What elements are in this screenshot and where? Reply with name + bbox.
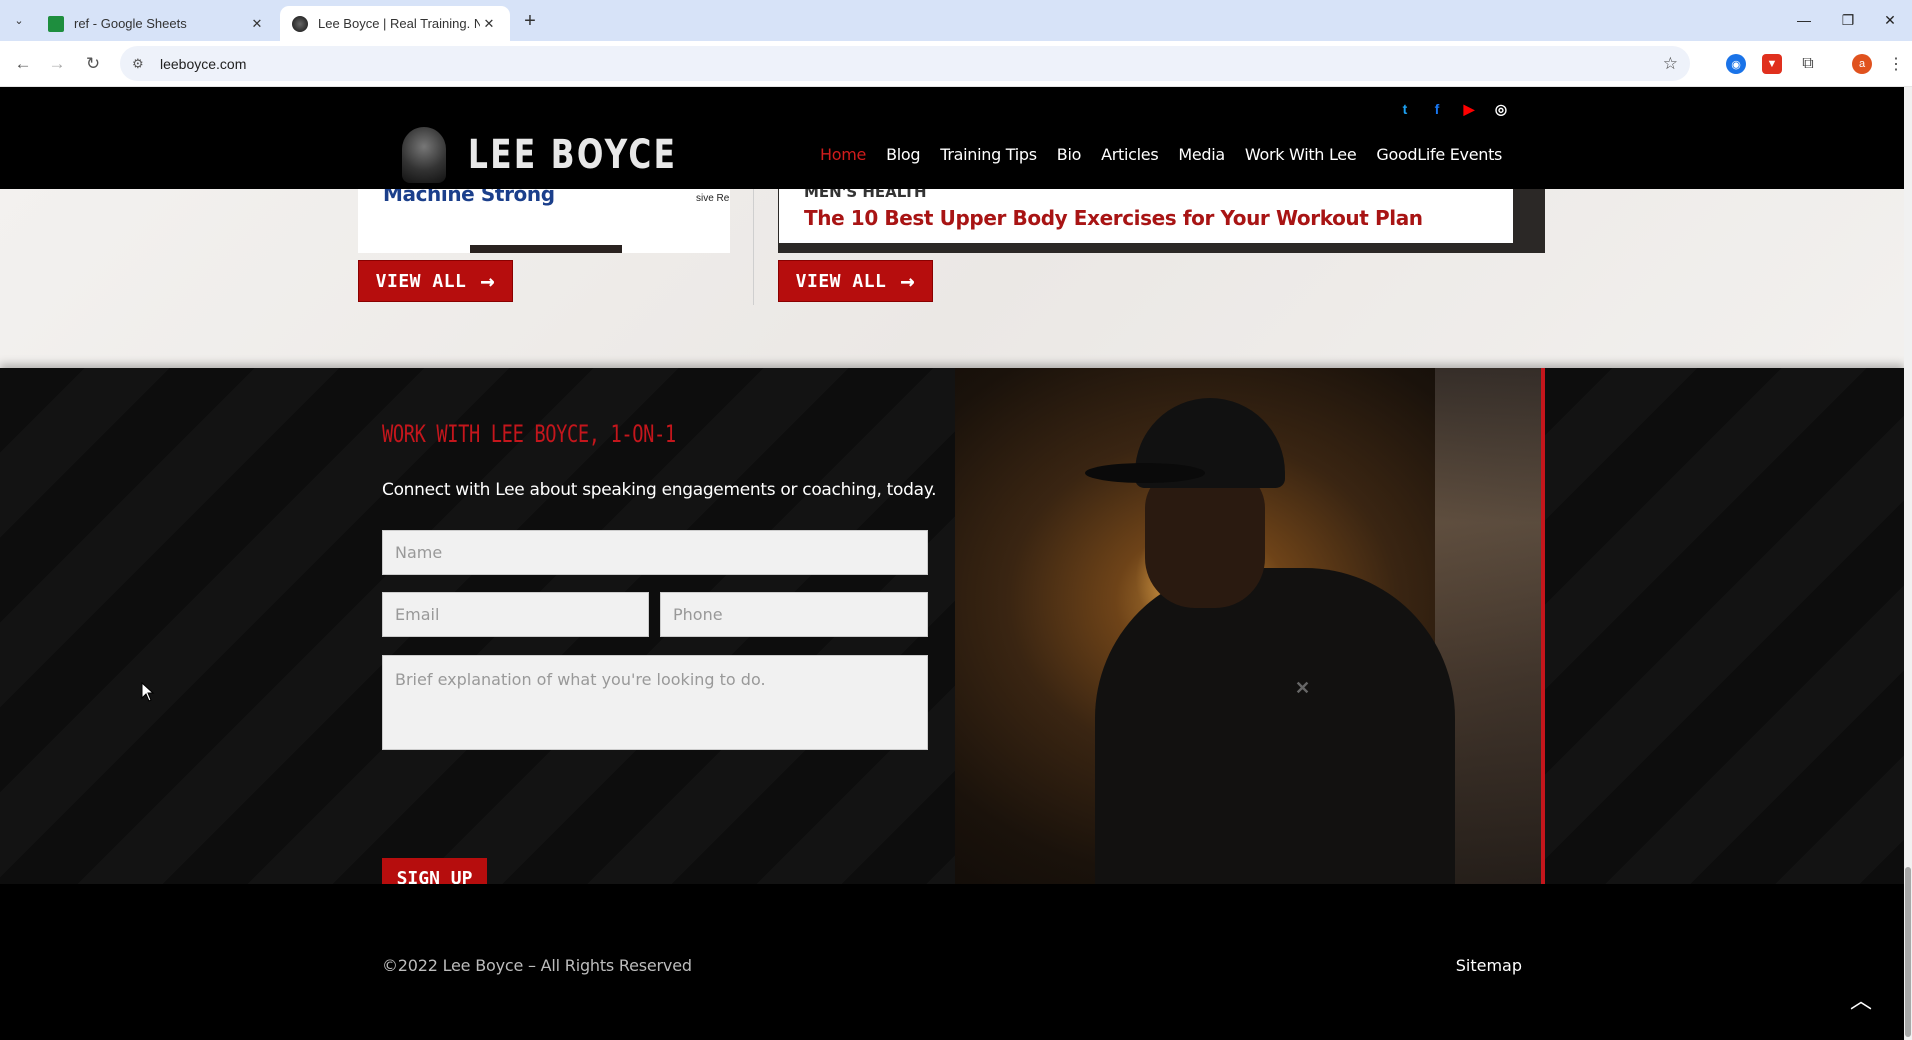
logo-text: LEE BOYCE [468, 132, 678, 178]
back-icon[interactable]: ← [10, 51, 36, 77]
article-card-right[interactable]: MEN'S HEALTH The 10 Best Upper Body Exer… [778, 183, 1545, 253]
site-footer: ©2022 Lee Boyce – All Rights Reserved Si… [0, 884, 1904, 1040]
forward-icon[interactable]: → [44, 51, 70, 77]
social-links: t f ▶ ◎ [1395, 99, 1511, 119]
main-nav: Home Blog Training Tips Bio Articles Media Wor… [820, 145, 1502, 164]
tab-title: ref - Google Sheets [74, 16, 187, 31]
nav-media[interactable]: Media [1178, 145, 1225, 164]
view-all-label: VIEW ALL [375, 270, 467, 292]
facebook-icon[interactable]: f [1427, 99, 1447, 119]
browser-toolbar: ← → ↻ ⚙ leeboyce.com ☆ ◉ ▼ ⧉ a ⋮ [0, 41, 1912, 87]
page-scrollbar[interactable] [1904, 87, 1912, 1040]
photo-accent-border [1541, 368, 1545, 884]
lee-boyce-photo: ✕ [955, 368, 1545, 884]
close-window-icon[interactable]: ✕ [1870, 6, 1910, 34]
article-card-body: MEN'S HEALTH The 10 Best Upper Body Exer… [779, 183, 1513, 243]
browser-menu-icon[interactable]: ⋮ [1886, 54, 1906, 74]
view-all-label: VIEW ALL [795, 270, 887, 292]
nav-bio[interactable]: Bio [1057, 145, 1082, 164]
email-field[interactable]: Email [382, 592, 649, 637]
nav-home[interactable]: Home [820, 145, 866, 164]
photo-body [1095, 568, 1455, 884]
arrow-right-icon: → [480, 267, 496, 295]
instagram-icon[interactable]: ◎ [1491, 99, 1511, 119]
tab-title: Lee Boyce | Real Training. No N [318, 16, 480, 31]
browser-tab-bar: ⌄ ref - Google Sheets ✕ Lee Boyce | Real… [0, 0, 1912, 41]
nav-goodlife-events[interactable]: GoodLife Events [1376, 145, 1502, 164]
tab-lee-boyce[interactable]: Lee Boyce | Real Training. No N ✕ [280, 6, 510, 41]
new-tab-icon[interactable]: + [518, 9, 542, 33]
extension-shield-icon[interactable]: ▼ [1762, 54, 1782, 74]
name-field[interactable]: Name [382, 530, 928, 575]
url-text[interactable]: leeboyce.com [160, 56, 246, 72]
nav-articles[interactable]: Articles [1101, 145, 1159, 164]
arrow-right-icon: → [900, 267, 916, 295]
nav-work-with-lee[interactable]: Work With Lee [1245, 145, 1357, 164]
section-subtitle: Connect with Lee about speaking engageme… [382, 480, 937, 500]
scrollbar-thumb[interactable] [1905, 867, 1911, 1037]
column-divider [753, 189, 754, 305]
nav-training-tips[interactable]: Training Tips [940, 145, 1037, 164]
phone-field[interactable]: Phone [660, 592, 928, 637]
site-header: t f ▶ ◎ LEE BOYCE Home Blog Training Tips Bio A… [0, 87, 1904, 189]
sitemap-link[interactable]: Sitemap [1456, 956, 1522, 975]
extensions-puzzle-icon[interactable]: ⧉ [1798, 54, 1818, 74]
section-heading: WORK WITH LEE BOYCE, 1-ON-1 [382, 420, 676, 448]
view-all-button[interactable]: VIEW ALL → [358, 260, 513, 302]
photo-cap-brim [1085, 463, 1205, 483]
twitter-icon[interactable]: t [1395, 99, 1415, 119]
view-all-button[interactable]: VIEW ALL → [778, 260, 933, 302]
youtube-icon[interactable]: ▶ [1459, 99, 1479, 119]
article-promo-text: sive Re BBQ Sa [696, 193, 730, 204]
shirt-logo: ✕ [1295, 678, 1311, 698]
logo-portrait [402, 127, 446, 183]
photo-face [1145, 468, 1265, 608]
message-field[interactable]: Brief explanation of what you're looking… [382, 655, 928, 750]
address-bar[interactable]: ⚙ leeboyce.com ☆ [120, 46, 1690, 81]
nav-blog[interactable]: Blog [886, 145, 920, 164]
work-with-lee-section: WORK WITH LEE BOYCE, 1-ON-1 Connect with… [0, 368, 1904, 899]
site-logo[interactable]: LEE BOYCE [402, 127, 736, 183]
website-viewport: t f ▶ ◎ LEE BOYCE Home Blog Training Tips Bio A… [0, 87, 1904, 1040]
minimize-icon[interactable]: — [1782, 6, 1826, 34]
bookmark-star-icon[interactable]: ☆ [1663, 54, 1678, 74]
profile-avatar[interactable]: a [1852, 54, 1872, 74]
restore-icon[interactable]: ❐ [1826, 6, 1870, 34]
extension-globe-icon[interactable]: ◉ [1726, 54, 1746, 74]
close-tab-icon[interactable]: ✕ [480, 15, 498, 33]
site-info-icon[interactable]: ⚙ [132, 56, 152, 72]
article-image [470, 245, 622, 253]
lee-boyce-favicon [292, 15, 308, 32]
sheets-icon [48, 15, 64, 32]
article-card-left[interactable]: Machine Strong sive Re BBQ Sa [358, 182, 730, 253]
copyright-text: ©2022 Lee Boyce – All Rights Reserved [382, 956, 692, 975]
reload-icon[interactable]: ↻ [80, 51, 106, 77]
tab-search-icon[interactable]: ⌄ [8, 9, 30, 31]
back-to-top-icon[interactable]: ︿ [1846, 984, 1876, 1014]
article-title[interactable]: The 10 Best Upper Body Exercises for You… [804, 206, 1423, 230]
mouse-cursor-icon [141, 682, 155, 702]
tab-google-sheets[interactable]: ref - Google Sheets ✕ [36, 6, 278, 41]
close-tab-icon[interactable]: ✕ [248, 15, 266, 33]
